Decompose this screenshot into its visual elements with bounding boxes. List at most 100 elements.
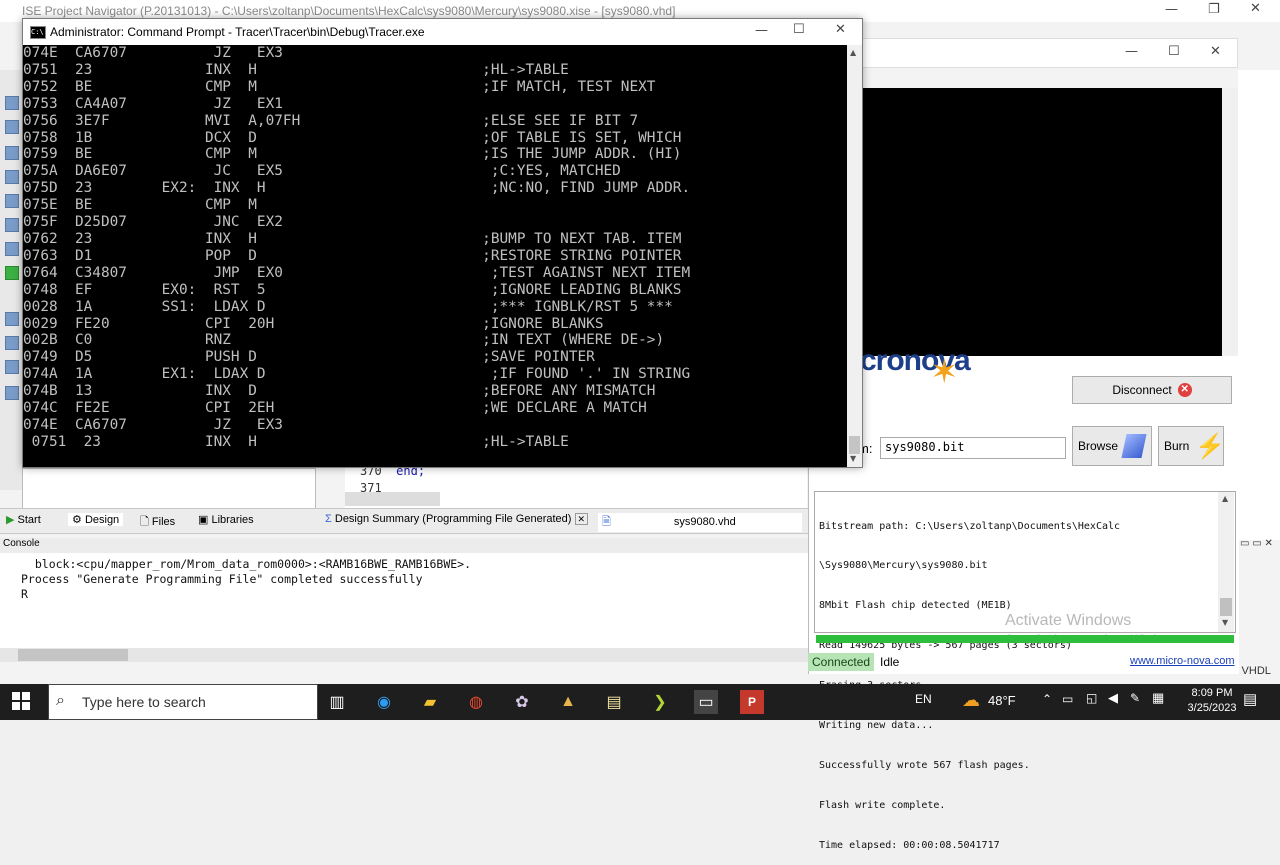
flasher-titlebar[interactable]: — ☐ ✕ <box>862 38 1238 68</box>
summary-icon: Σ <box>325 513 332 525</box>
battery-icon[interactable]: ▭ <box>1062 692 1073 706</box>
tab-label: Libraries <box>211 514 254 526</box>
scroll-down-icon[interactable]: ▼ <box>1222 618 1228 627</box>
tab-design[interactable]: ⚙ Design <box>68 513 124 526</box>
trace-line: 0028 1A SS1: LDAX D ;*** IGNBLK/RST 5 **… <box>23 298 673 315</box>
chrome-icon[interactable]: ◍ <box>464 690 488 714</box>
toolbar-icon[interactable] <box>5 218 19 232</box>
cmd-minimize-button[interactable]: — <box>755 23 768 38</box>
weather-temperature[interactable]: 48°F <box>988 693 1016 708</box>
windows-start-icon[interactable] <box>12 692 32 712</box>
keyboard-icon[interactable]: ▦ <box>1152 690 1164 706</box>
trace-line: 074E CA6707 JZ EX3 <box>23 416 283 433</box>
trace-line: 002B C0 RNZ ;IN TEXT (WHERE DE->) <box>23 332 665 349</box>
ise-left-toolbar <box>0 70 23 490</box>
console-scroll-thumb[interactable] <box>18 649 128 661</box>
scroll-down-icon[interactable]: ▼ <box>850 454 856 463</box>
toolbar-icon[interactable] <box>5 360 19 374</box>
task-view-icon[interactable]: ▥ <box>325 690 349 714</box>
editor-horizontal-scrollbar[interactable] <box>345 492 440 506</box>
weather-icon: ☁ <box>962 690 980 710</box>
command-prompt-taskbar-icon[interactable]: ▭ <box>694 690 718 714</box>
micro-nova-website-link[interactable]: www.micro-nova.com <box>1130 655 1235 667</box>
toolbar-icon[interactable] <box>5 386 19 400</box>
disconnect-x-icon: ✕ <box>1177 383 1192 397</box>
browse-button[interactable]: Browse <box>1072 426 1152 466</box>
log-scroll-thumb[interactable] <box>1220 598 1232 616</box>
flasher-console-area <box>862 88 1222 356</box>
flasher-minimize-button[interactable]: — <box>1125 44 1138 59</box>
cmd-output[interactable]: 074E CA6707 JZ EX3 0751 23 INX H ;HL->TAB… <box>23 45 847 465</box>
libraries-icon: ▣ <box>198 514 209 526</box>
powerpoint-icon[interactable]: P <box>740 690 764 714</box>
toolbar-icon[interactable] <box>5 146 19 160</box>
toolbar-icon[interactable] <box>5 170 19 184</box>
ise-restore-button[interactable]: ❐ <box>1208 2 1220 17</box>
burn-button[interactable]: Burn ⚡ <box>1158 426 1225 466</box>
logo-star-icon: ✶ <box>930 353 959 391</box>
burn-label: Burn <box>1164 439 1190 453</box>
tab-label: Design Summary (Programming File Generat… <box>334 513 572 525</box>
toolbar-icon[interactable] <box>5 120 19 134</box>
log-line: Bitstream path: C:\Users\zoltanp\Documen… <box>819 520 1121 532</box>
scroll-up-icon[interactable]: ▲ <box>850 48 856 57</box>
toolbar-icon[interactable] <box>5 96 19 110</box>
console-window-controls[interactable]: ▭ ▭ ✕ <box>1240 538 1273 549</box>
toolbar-icon[interactable] <box>5 194 19 208</box>
search-placeholder: Type here to search <box>82 694 206 710</box>
run-icon[interactable] <box>5 266 19 280</box>
ise-close-button[interactable]: ✕ <box>1250 1 1261 16</box>
ise-right-panel <box>1238 70 1280 540</box>
clock-date[interactable]: 3/25/2023 <box>1176 702 1248 714</box>
log-line: Flash write complete. <box>819 799 946 811</box>
notification-icon[interactable]: ▤ <box>1243 690 1257 708</box>
console-text: block:<cpu/mapper_rom/Mrom_data_rom0000>… <box>21 557 471 602</box>
flasher-maximize-button[interactable]: ☐ <box>1168 44 1180 59</box>
file-explorer-icon[interactable]: ▰ <box>418 690 442 714</box>
disconnect-button[interactable]: Disconnect ✕ <box>1072 376 1232 404</box>
trace-line: 074A 1A EX1: LDAX D ;IF FOUND '.' IN STR… <box>23 366 691 383</box>
tab-files[interactable]: 🗋 Files <box>140 513 175 532</box>
trace-line: 0758 1B DCX D ;OF TABLE IS SET, WHICH <box>23 129 682 146</box>
cmd-scrollbar[interactable]: ▲ ▼ <box>847 45 862 467</box>
cmd-scroll-thumb[interactable] <box>849 436 860 454</box>
edge-icon[interactable]: ◉ <box>372 690 396 714</box>
cmd-close-button[interactable]: ✕ <box>835 22 846 37</box>
cmd-maximize-button[interactable]: ☐ <box>793 22 805 37</box>
disconnect-label: Disconnect <box>1112 383 1172 397</box>
browse-label: Browse <box>1078 439 1119 453</box>
trace-line: 0759 BE CMP M ;IS THE JUMP ADDR. (HI) <box>23 146 682 163</box>
tab-start[interactable]: ▶ Start <box>6 513 41 526</box>
language-indicator[interactable]: EN <box>915 692 932 706</box>
app-icon[interactable]: ❯ <box>648 690 672 714</box>
app-icon[interactable]: ✿ <box>510 690 534 714</box>
close-tab-icon[interactable]: ✕ <box>574 513 589 525</box>
console-line: block:<cpu/mapper_rom/Mrom_data_rom0000>… <box>21 557 472 571</box>
log-line: 8Mbit Flash chip detected (ME1B) <box>819 600 1012 612</box>
scroll-up-icon[interactable]: ▲ <box>1222 494 1228 503</box>
tab-sys9080-vhd[interactable]: 🗎 sys9080.vhd <box>598 513 802 532</box>
files-icon: 🗋 <box>140 516 149 528</box>
tab-libraries[interactable]: ▣ Libraries <box>198 513 254 526</box>
app-icon[interactable]: ▤ <box>602 690 626 714</box>
network-icon[interactable]: ◱ <box>1086 691 1097 705</box>
volume-icon[interactable]: ◀ <box>1108 690 1118 706</box>
design-icon: ⚙ <box>72 514 82 526</box>
tab-design-summary[interactable]: Σ Design Summary (Programming File Gener… <box>325 513 589 525</box>
ise-minimize-button[interactable]: — <box>1165 2 1178 17</box>
clock-time[interactable]: 8:09 PM <box>1182 687 1242 699</box>
trace-line: 0029 FE20 CPI 20H ;IGNORE BLANKS <box>23 315 604 332</box>
toolbar-icon[interactable] <box>5 242 19 256</box>
trace-line: 0749 D5 PUSH D ;SAVE POINTER <box>23 349 595 366</box>
toolbar-icon[interactable] <box>5 336 19 350</box>
flasher-console-scrollbar[interactable] <box>1222 88 1238 356</box>
bitstream-file-input[interactable]: sys9080.bit <box>880 437 1066 459</box>
pen-icon[interactable]: ✎ <box>1130 691 1140 705</box>
toolbar-icon[interactable] <box>5 312 19 326</box>
play-icon: ▶ <box>6 514 15 526</box>
trace-line: 075D 23 EX2: INX H ;NC:NO, FIND JUMP ADD… <box>23 180 691 197</box>
ise-hierarchy-panel[interactable] <box>22 468 316 510</box>
flasher-close-button[interactable]: ✕ <box>1210 44 1221 59</box>
tray-chevron-icon[interactable]: ⌃ <box>1042 692 1052 706</box>
app-icon[interactable]: ▲ <box>556 690 580 714</box>
